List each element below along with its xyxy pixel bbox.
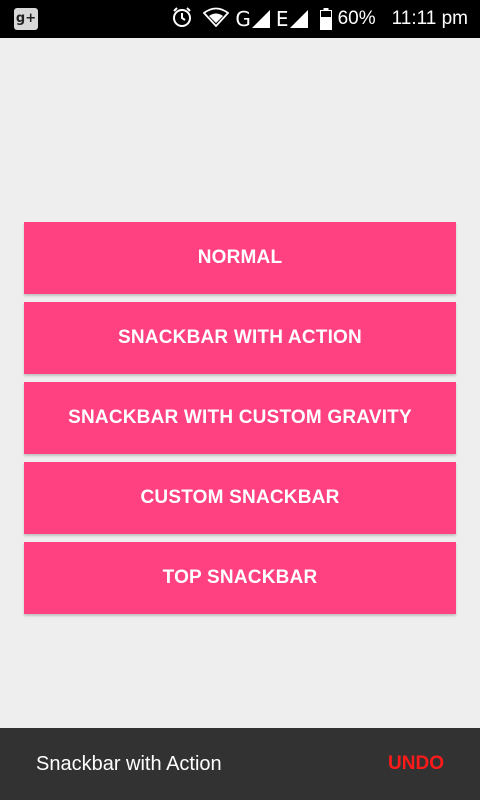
- button-list: NORMAL SNACKBAR WITH ACTION SNACKBAR WIT…: [24, 222, 456, 622]
- undo-button[interactable]: UNDO: [388, 728, 444, 800]
- wifi-icon: [203, 7, 230, 32]
- snackbar-custom-gravity-button[interactable]: SNACKBAR WITH CUSTOM GRAVITY: [24, 382, 456, 454]
- alarm-icon: [171, 6, 193, 33]
- status-bar: g+ G E 60% 11:11 pm: [0, 0, 480, 38]
- network-type-e: E: [275, 7, 289, 31]
- google-plus-icon: g+: [14, 8, 38, 30]
- status-icons: G E 60% 11:11 pm: [165, 0, 468, 38]
- battery-icon: [319, 8, 332, 30]
- normal-button[interactable]: NORMAL: [24, 222, 456, 294]
- snackbar: Snackbar with Action UNDO: [0, 728, 480, 800]
- snackbar-message: Snackbar with Action: [36, 753, 222, 775]
- snackbar-with-action-button[interactable]: SNACKBAR WITH ACTION: [24, 302, 456, 374]
- clock: 11:11 pm: [391, 8, 468, 29]
- battery-percent: 60%: [337, 8, 376, 29]
- signal-icon: [289, 10, 308, 28]
- custom-snackbar-button[interactable]: CUSTOM SNACKBAR: [24, 462, 456, 534]
- signal-icon: [251, 10, 270, 28]
- top-snackbar-button[interactable]: TOP SNACKBAR: [24, 542, 456, 614]
- network-type-g: G: [235, 7, 251, 31]
